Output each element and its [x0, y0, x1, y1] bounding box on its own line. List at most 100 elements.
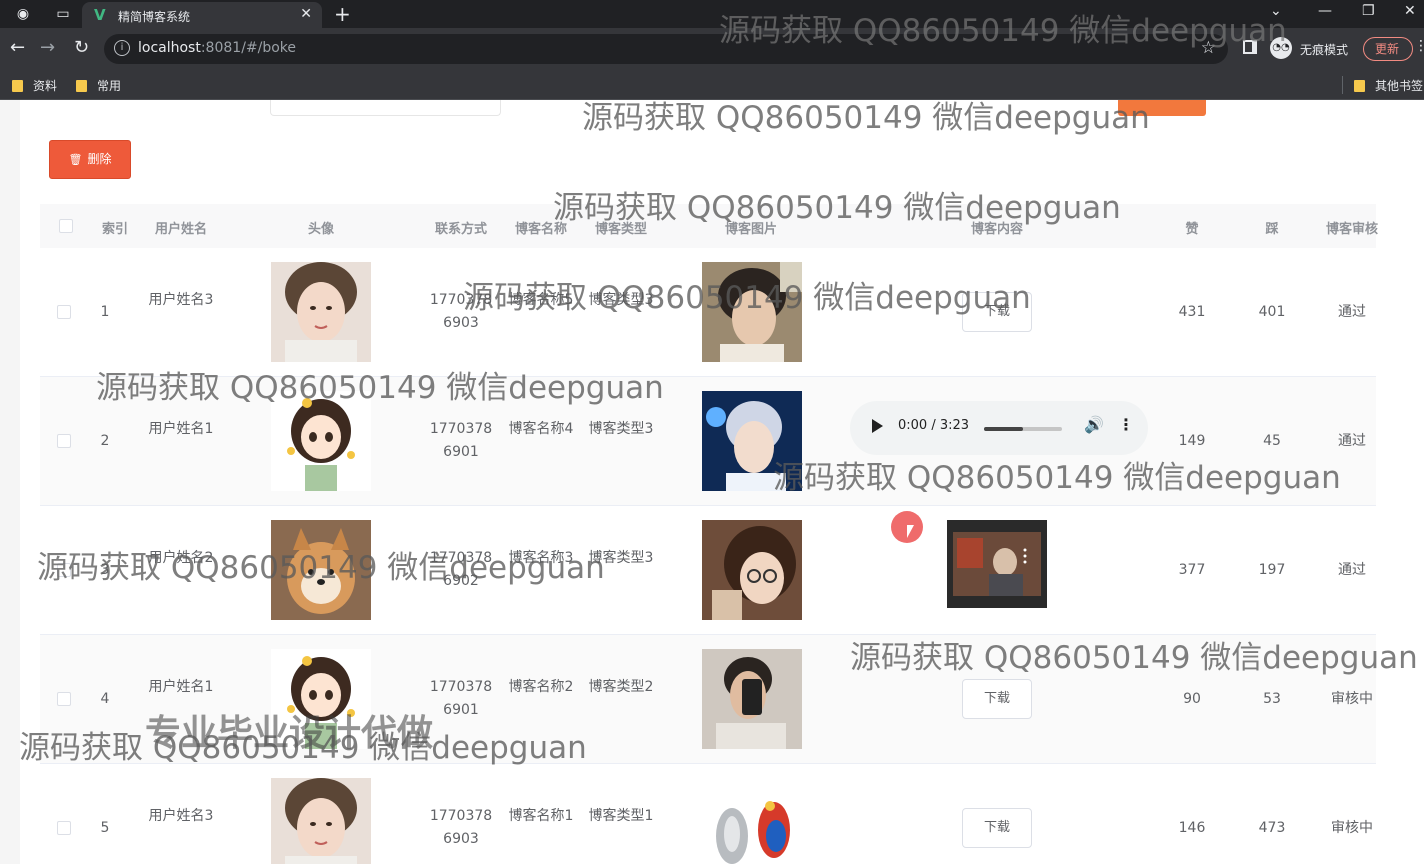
query-button[interactable] — [1118, 100, 1206, 116]
cell-dislikes: 197 — [1258, 562, 1286, 578]
update-button[interactable]: 更新 — [1363, 37, 1413, 61]
cell-blog-name: 博客名称3 — [508, 550, 574, 566]
volume-icon[interactable]: 🔊 — [1084, 415, 1104, 434]
table-row: 1 用户姓名3 17703786903 博客名称5 博客类型3 431 401 通过 下载 — [40, 248, 1376, 377]
cell-contact: 17703786903 — [429, 292, 493, 331]
cell-dislikes: 401 — [1258, 304, 1286, 320]
delete-button[interactable]: 🗑 删除 — [49, 140, 131, 179]
bookmark-label: 常用 — [97, 79, 122, 93]
cell-review: 审核中 — [1331, 820, 1373, 836]
cell-username: 用户姓名2 — [148, 550, 214, 566]
blog-image — [702, 391, 802, 491]
cell-blog-name: 博客名称1 — [508, 808, 574, 824]
restore-button[interactable]: ❐ — [1362, 3, 1375, 19]
browser-menu-icon[interactable]: ◉ — [14, 5, 32, 23]
row-checkbox[interactable] — [57, 434, 71, 448]
blog-image — [702, 649, 802, 749]
incognito-label: 无痕模式 — [1300, 43, 1349, 57]
new-tab-button[interactable]: + — [334, 2, 351, 26]
cell-likes: 146 — [1178, 820, 1206, 836]
url-text: localhost:8081/#/boke — [138, 40, 296, 56]
page-left-gutter — [0, 100, 20, 864]
browser-more-icon[interactable]: ⋮ — [1414, 38, 1424, 54]
forward-arrow-icon[interactable]: → — [40, 38, 55, 58]
blog-name-search-input[interactable] — [270, 100, 501, 116]
mouse-cursor-icon — [907, 525, 914, 538]
row-checkbox[interactable] — [57, 821, 71, 835]
tab-search-icon[interactable]: ▭ — [54, 5, 72, 23]
site-info-icon[interactable]: i — [114, 40, 130, 56]
cell-blog-type: 博客类型1 — [588, 808, 654, 824]
bookmark-separator — [1342, 76, 1343, 94]
header-contact: 联系方式 — [434, 222, 488, 237]
download-button[interactable]: 下载 — [962, 808, 1032, 848]
folder-icon — [1354, 80, 1365, 92]
cell-review: 通过 — [1338, 433, 1366, 449]
table-row: 5 用户姓名3 17703786903 博客名称1 博客类型1 146 473 审核中 下载 — [40, 764, 1376, 864]
bookmark-folder-ziliao[interactable]: 资料 — [12, 77, 57, 94]
row-checkbox[interactable] — [57, 563, 71, 577]
bookmark-star-icon[interactable]: ☆ — [1201, 38, 1216, 58]
row-checkbox[interactable] — [57, 305, 71, 319]
cell-contact: 17703786901 — [429, 421, 493, 460]
cell-index: 5 — [100, 820, 110, 836]
cell-username: 用户姓名1 — [148, 679, 214, 695]
cell-blog-type: 博客类型3 — [588, 292, 654, 308]
cell-likes: 431 — [1178, 304, 1206, 320]
avatar-image — [271, 520, 371, 620]
table-row: 4 用户姓名1 17703786901 博客名称2 博客类型2 90 53 审核中 下载 — [40, 635, 1376, 764]
cell-username: 用户姓名3 — [148, 292, 214, 308]
header-blog-type: 博客类型 — [594, 222, 648, 237]
other-bookmarks-folder[interactable]: 其他书签 — [1354, 77, 1423, 94]
header-likes: 赞 — [1185, 222, 1199, 237]
bookmark-label: 资料 — [33, 79, 58, 93]
url-input[interactable]: i localhost:8081/#/boke ☆ — [104, 34, 1228, 64]
page-content: 🗑 删除 索引 用户姓名 头像 联系方式 博客名称 博客类型 博客图片 博客内容 … — [0, 100, 1424, 864]
cell-likes: 149 — [1178, 433, 1206, 449]
avatar-image — [271, 649, 371, 749]
avatar-image — [271, 391, 371, 491]
video-player[interactable] — [947, 520, 1047, 608]
vue-logo-icon: V — [94, 6, 106, 24]
bookmark-label: 其他书签 — [1375, 79, 1424, 93]
more-options-icon[interactable]: ⋮ — [1118, 415, 1134, 434]
window-close-button[interactable]: ✕ — [1404, 3, 1416, 19]
url-path: :8081/#/boke — [200, 40, 297, 56]
audio-seek-bar[interactable] — [984, 427, 1062, 431]
table-header: 索引 用户姓名 头像 联系方式 博客名称 博客类型 博客图片 博客内容 赞 踩 … — [40, 204, 1378, 248]
cell-review: 通过 — [1338, 562, 1366, 578]
audio-player[interactable]: 0:00 / 3:23 🔊 ⋮ — [850, 401, 1148, 455]
cell-likes: 90 — [1183, 691, 1201, 707]
cell-likes: 377 — [1178, 562, 1206, 578]
header-avatar: 头像 — [307, 222, 335, 237]
back-arrow-icon[interactable]: ← — [10, 38, 25, 58]
tab-title: 精简博客系统 — [118, 10, 191, 24]
browser-tab[interactable]: V 精简博客系统 ✕ — [82, 2, 322, 28]
header-blog-content: 博客内容 — [970, 222, 1024, 237]
reload-icon[interactable]: ↻ — [74, 38, 89, 58]
table-row: 3 用户姓名2 17703786902 博客名称3 博客类型3 377 197 通过 — [40, 506, 1376, 635]
cell-index: 1 — [100, 304, 110, 320]
cell-index: 3 — [100, 562, 110, 578]
cell-contact: 17703786903 — [429, 808, 493, 847]
download-button[interactable]: 下载 — [962, 679, 1032, 719]
address-bar-row: ← → ↻ i localhost:8081/#/boke ☆ ◔◔ 无痕模式 … — [0, 28, 1424, 70]
tab-close-icon[interactable]: ✕ — [300, 6, 312, 22]
minimize-button[interactable]: — — [1318, 3, 1332, 19]
browser-tab-strip: ◉ ▭ V 精简博客系统 ✕ + ⌄ — ❐ ✕ — [0, 0, 1424, 28]
bookmarks-bar: 资料 常用 其他书签 — [0, 70, 1424, 100]
cell-blog-name: 博客名称4 — [508, 421, 574, 437]
header-blog-name: 博客名称 — [514, 222, 568, 237]
row-checkbox[interactable] — [57, 692, 71, 706]
download-button[interactable]: 下载 — [962, 292, 1032, 332]
avatar-image — [271, 778, 371, 864]
select-all-checkbox[interactable] — [59, 219, 73, 233]
cell-contact: 17703786901 — [429, 679, 493, 718]
watermark: 源码获取 QQ86050149 微信deepguan — [582, 100, 1150, 136]
tab-list-chevron-icon[interactable]: ⌄ — [1270, 3, 1282, 19]
play-icon[interactable] — [872, 419, 883, 433]
folder-icon — [76, 80, 87, 92]
cell-contact: 17703786902 — [429, 550, 493, 589]
bookmark-folder-changyong[interactable]: 常用 — [76, 77, 121, 94]
side-panel-icon[interactable] — [1243, 40, 1257, 54]
